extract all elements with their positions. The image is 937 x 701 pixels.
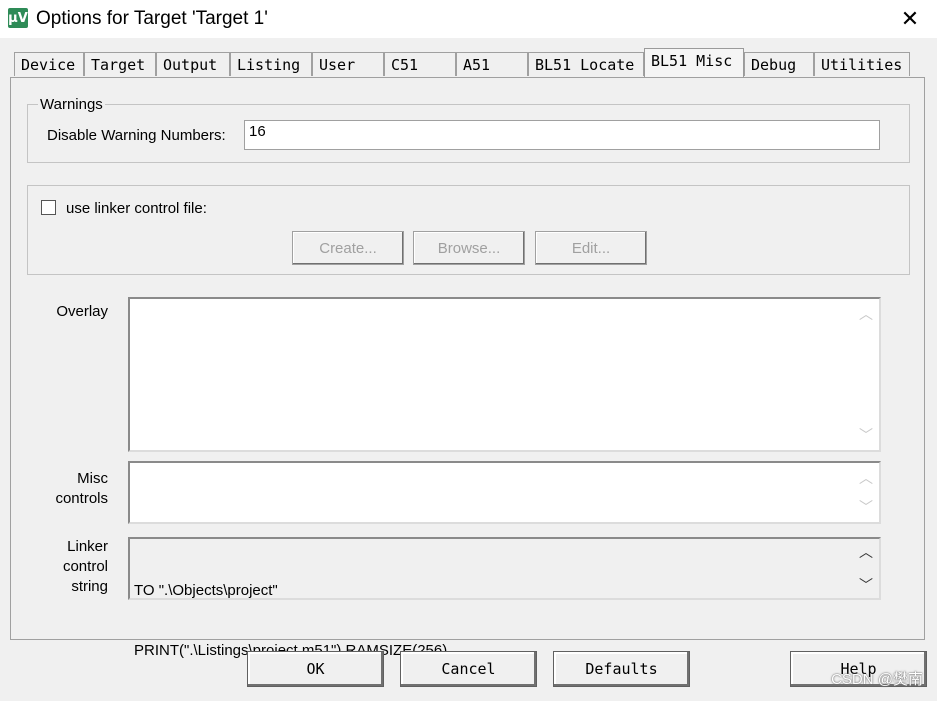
linker-label-line1: Linker [67, 538, 108, 555]
misc-scrollbar[interactable]: ︿ ﹀ [853, 463, 879, 522]
tab-device[interactable]: Device [14, 52, 84, 76]
linker-string-textarea[interactable]: TO ".\Objects\project" PRINT(".\Listings… [128, 537, 881, 659]
misc-label-line2: controls [55, 490, 108, 507]
tab-target[interactable]: Target [84, 52, 156, 76]
watermark: CSDN @樊南 [831, 671, 923, 688]
chevron-up-icon[interactable]: ︿ [853, 305, 879, 323]
chevron-up-icon[interactable]: ︿ [853, 469, 879, 487]
tab-bl51-locate[interactable]: BL51 Locate [528, 52, 644, 76]
tab-utilities[interactable]: Utilities [814, 52, 910, 76]
misc-controls-textarea[interactable]: ︿ ﹀ [128, 461, 881, 524]
disable-warning-label: Disable Warning Numbers: [47, 127, 226, 144]
tab-bl51-misc[interactable]: BL51 Misc [644, 48, 744, 77]
tab-debug[interactable]: Debug [744, 52, 814, 76]
create-button[interactable]: Create... [292, 231, 404, 265]
tab-a51[interactable]: A51 [456, 52, 528, 76]
linker-label-line3: string [71, 578, 108, 595]
window-title: Options for Target 'Target 1' [36, 8, 268, 29]
misc-controls-label: Misc controls [30, 469, 108, 509]
title-bar: μV Options for Target 'Target 1' ✕ [0, 0, 937, 38]
ok-button[interactable]: OK [247, 651, 384, 687]
chevron-down-icon[interactable]: ﹀ [853, 576, 879, 594]
defaults-button[interactable]: Defaults [553, 651, 690, 687]
chevron-down-icon[interactable]: ﹀ [853, 426, 879, 444]
chevron-up-icon[interactable]: ︿ [853, 543, 879, 561]
linker-string-label: Linker control string [30, 537, 108, 597]
close-icon[interactable]: ✕ [897, 6, 923, 32]
warnings-group-label: Warnings [38, 96, 105, 113]
app-icon: μV [8, 8, 28, 28]
disable-warning-input[interactable]: 16 [244, 120, 880, 150]
tab-listing[interactable]: Listing [230, 52, 312, 76]
overlay-label: Overlay [56, 303, 108, 320]
use-linker-file-checkbox[interactable] [41, 200, 56, 215]
overlay-textarea[interactable]: ︿ ﹀ [128, 297, 881, 452]
linker-label-line2: control [62, 558, 108, 575]
tab-output[interactable]: Output [156, 52, 230, 76]
linker-string-scrollbar[interactable]: ︿ ﹀ [853, 539, 879, 598]
misc-label-line1: Misc [77, 470, 108, 487]
tab-strip: Device Target Output Listing User C51 A5… [14, 48, 924, 78]
use-linker-file-label[interactable]: use linker control file: [66, 200, 207, 217]
chevron-down-icon[interactable]: ﹀ [853, 498, 879, 516]
cancel-button[interactable]: Cancel [400, 651, 537, 687]
overlay-scrollbar[interactable]: ︿ ﹀ [853, 299, 879, 450]
tab-user[interactable]: User [312, 52, 384, 76]
linker-string-line1: TO ".\Objects\project" [134, 582, 278, 599]
tab-c51[interactable]: C51 [384, 52, 456, 76]
edit-button[interactable]: Edit... [535, 231, 647, 265]
browse-button[interactable]: Browse... [413, 231, 525, 265]
